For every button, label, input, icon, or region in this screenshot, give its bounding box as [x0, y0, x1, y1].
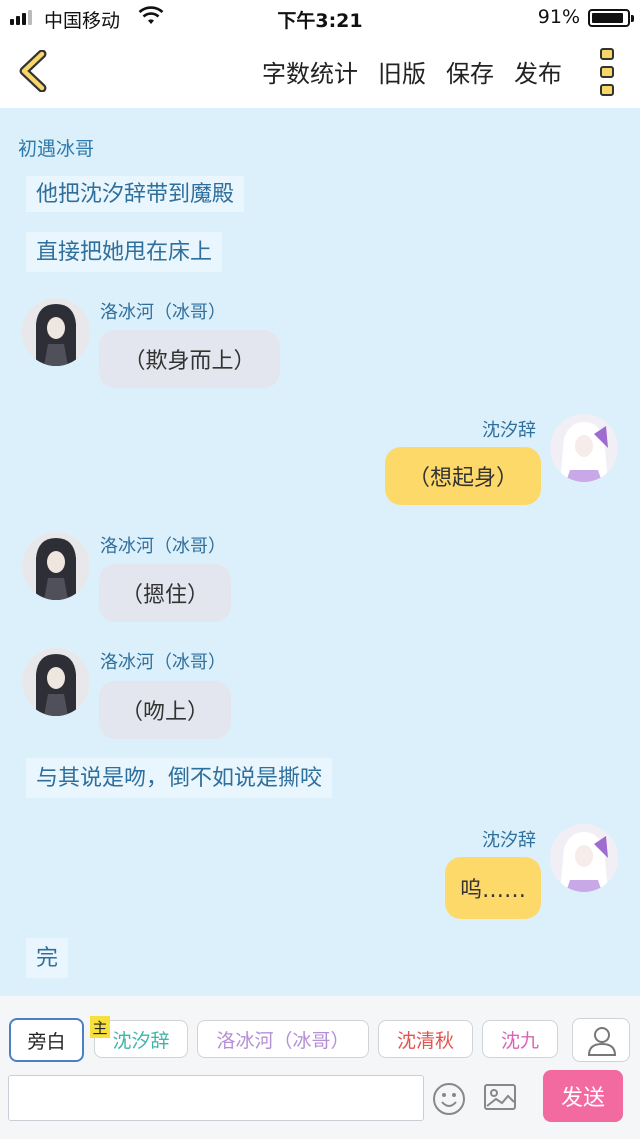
message-input[interactable] — [8, 1075, 424, 1121]
back-arrow-icon[interactable] — [14, 50, 54, 92]
more-menu-icon[interactable] — [600, 48, 616, 96]
role-selector-bar: 旁白 沈汐辞 主 洛冰河（冰哥） 沈清秋 沈九 — [0, 996, 640, 1068]
avatar-luo-binghe[interactable] — [22, 298, 90, 366]
owner-badge: 主 — [90, 1016, 110, 1038]
speaker-name: 沈汐辞 — [482, 420, 536, 441]
person-icon — [587, 1027, 617, 1056]
avatar-shen-xici[interactable] — [550, 414, 618, 482]
narration-message[interactable]: 与其说是吻，倒不如说是撕咬 — [26, 758, 333, 798]
avatar-luo-binghe[interactable] — [22, 532, 90, 600]
image-icon[interactable] — [483, 1082, 517, 1112]
manage-roles-button[interactable] — [572, 1018, 630, 1062]
word-count-button[interactable]: 字数统计 — [262, 54, 358, 89]
save-button[interactable]: 保存 — [446, 54, 494, 89]
message-bubble[interactable]: （欺身而上） — [99, 330, 280, 388]
emoji-icon[interactable] — [432, 1082, 466, 1116]
message-bubble[interactable]: （吻上） — [99, 681, 231, 739]
message-bubble[interactable]: （想起身） — [385, 447, 541, 505]
speaker-name: 洛冰河（冰哥） — [100, 652, 226, 673]
speaker-name: 洛冰河（冰哥） — [100, 536, 226, 557]
message-bubble[interactable]: （摁住） — [99, 564, 231, 622]
narration-message[interactable]: 完 — [26, 938, 69, 978]
status-bar: 中国移动 下午3:21 91% — [0, 0, 640, 34]
narration-message[interactable]: 他把沈汐辞带到魔殿 — [26, 176, 245, 212]
battery-icon — [588, 9, 634, 27]
role-chip-shen-jiu[interactable]: 沈九 — [482, 1020, 558, 1058]
speaker-name: 洛冰河（冰哥） — [100, 302, 226, 323]
top-nav-bar: 字数统计 旧版 保存 发布 — [0, 34, 640, 108]
speaker-name: 沈汐辞 — [482, 830, 536, 851]
story-title: 初遇冰哥 — [18, 138, 95, 160]
publish-button[interactable]: 发布 — [514, 54, 562, 89]
avatar-luo-binghe[interactable] — [22, 648, 90, 716]
message-bubble[interactable]: 呜…… — [445, 857, 541, 919]
avatar-shen-xici[interactable] — [550, 824, 618, 892]
send-button[interactable]: 发送 — [543, 1070, 623, 1122]
role-chip-narrator[interactable]: 旁白 — [9, 1018, 84, 1062]
narration-message[interactable]: 直接把她甩在床上 — [26, 232, 223, 272]
input-bar: 发送 — [0, 1068, 640, 1139]
role-chip-shen-qingqiu[interactable]: 沈清秋 — [378, 1020, 473, 1058]
battery-percent: 91% — [537, 6, 580, 28]
role-chip-luo-binghe[interactable]: 洛冰河（冰哥） — [197, 1020, 369, 1058]
old-version-button[interactable]: 旧版 — [378, 54, 426, 89]
chat-area[interactable]: 初遇冰哥 他把沈汐辞带到魔殿 直接把她甩在床上 洛冰河（冰哥） （欺身而上） 沈… — [0, 108, 640, 996]
